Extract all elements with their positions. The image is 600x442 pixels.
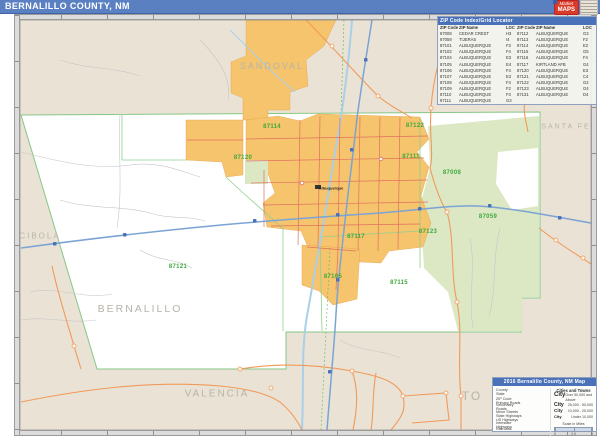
logo-info-box	[580, 0, 598, 15]
zip-index-table: ZIP Code Index/Grid Locator ZIP CodeZIP …	[437, 16, 597, 105]
city-range: Over 50,000 and Above	[565, 393, 593, 403]
scale-tick: 5	[591, 432, 593, 436]
zip-cell	[583, 98, 594, 104]
city-range: 25,000 - 50,000	[568, 403, 593, 408]
legend-city-class: City Under 10,000	[554, 414, 593, 420]
page-title: BERNALILLO COUNTY, NM	[0, 0, 600, 11]
city-range: Under 10,000	[571, 415, 593, 420]
brand-logo: Market MAPS	[554, 0, 598, 15]
zip-cell: ALBUQUERQUE	[459, 98, 506, 104]
logo-accent-icon	[553, 0, 557, 4]
city-range: 10,000 - 25,000	[568, 409, 593, 414]
brand-name-top: Market	[558, 2, 575, 7]
legend-box: 2016 Bernalillo County, NM Map CountySta…	[492, 377, 597, 432]
city-sample: City	[554, 408, 563, 413]
zip-index-header: ZIP Code Index/Grid Locator	[438, 17, 596, 25]
legend-lines: CountyStateZIP CodePrimary RoadsSecondar…	[496, 388, 548, 436]
city-sample: City	[554, 414, 562, 419]
legend-title: 2016 Bernalillo County, NM Map	[493, 378, 596, 386]
city-sample: City	[554, 393, 565, 398]
zip-cell: 87111	[440, 98, 459, 104]
legend-scale: Scale in Miles 02.55	[554, 422, 593, 436]
zip-cell: G3	[506, 98, 517, 104]
scale-ticks: 02.55	[554, 432, 593, 436]
legend-line-label: Railroads	[496, 427, 524, 431]
brand-name-bottom: MAPS	[558, 7, 575, 13]
scale-tick: 0	[554, 432, 556, 436]
scale-label: Scale in Miles	[554, 422, 593, 426]
zip-index-row: 87111ALBUQUERQUEG3	[438, 98, 596, 104]
brand-logo-box: Market MAPS	[554, 0, 579, 15]
scale-tick: 2.5	[571, 432, 576, 436]
zip-cell	[517, 98, 536, 104]
legend-cities: CityOver 50,000 and AboveCity25,000 - 50…	[554, 393, 593, 420]
city-marker	[315, 185, 321, 189]
scale-bar	[554, 427, 593, 432]
ruler-left	[14, 14, 20, 436]
zip-index-body: 87008CEDAR CRESTH387112ALBUQUERQUEG38705…	[438, 31, 596, 104]
legend-line-item: Railroads	[496, 427, 548, 431]
title-bar: BERNALILLO COUNTY, NM	[0, 0, 600, 14]
zip-cell	[536, 98, 583, 104]
